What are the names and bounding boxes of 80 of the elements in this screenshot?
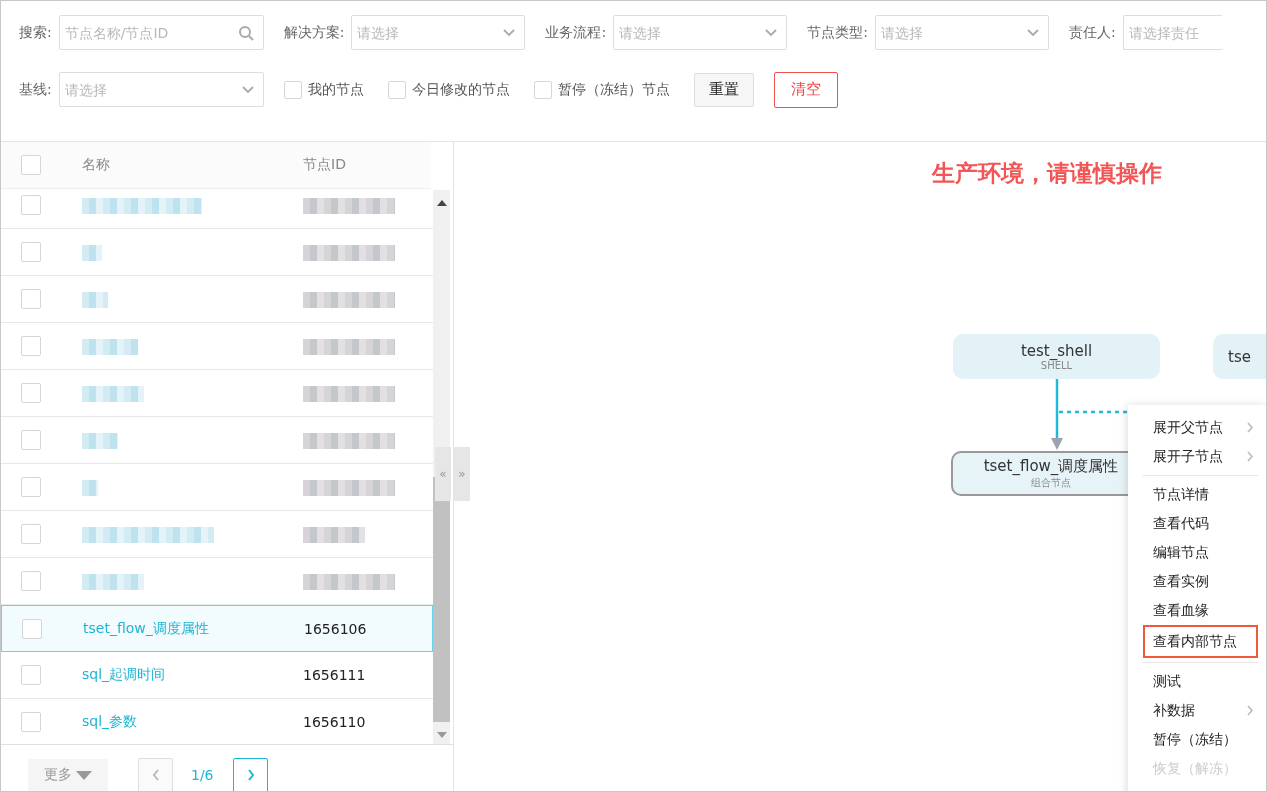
pixelated-block [82, 432, 118, 449]
chevron-down-icon [241, 85, 254, 94]
menu-item[interactable]: 查看血缘 [1128, 596, 1266, 625]
filter-label: 解决方案: [283, 23, 345, 42]
pixelated-block [303, 526, 365, 543]
menu-item[interactable]: 暂停（冻结） [1128, 725, 1266, 754]
pixelated-block [82, 385, 144, 402]
page-indicator: 1/6 [191, 767, 215, 783]
clear-button[interactable]: 清空 [773, 71, 838, 108]
row-checkbox[interactable] [21, 336, 41, 356]
pixelated-block [82, 338, 138, 355]
row-checkbox[interactable] [21, 712, 41, 732]
filter-label: 责任人: [1068, 23, 1116, 42]
filter-label: 业务流程: [545, 23, 607, 42]
next-page-button[interactable] [233, 758, 268, 791]
graph-node[interactable]: test_shell SHELL [953, 334, 1160, 379]
scroll-down-icon[interactable] [436, 732, 447, 738]
row-checkbox[interactable] [21, 383, 41, 403]
row-checkbox[interactable] [21, 571, 41, 591]
chevron-down-icon [1026, 28, 1039, 37]
chevron-down-icon [765, 28, 778, 37]
row-checkbox[interactable] [21, 195, 41, 215]
menu-item[interactable]: 补数据 [1128, 696, 1266, 725]
checkbox[interactable] [387, 80, 406, 99]
row-checkbox[interactable] [21, 430, 41, 450]
selected-row[interactable]: tset_flow_调度属性 1656106 [1, 605, 433, 652]
scroll-up-icon[interactable] [436, 200, 447, 206]
previous-page-button[interactable] [138, 758, 173, 791]
checkbox-label: 我的节点 [307, 80, 364, 99]
chevron-down-icon [503, 28, 516, 37]
chevron-right-icon [246, 769, 255, 781]
filter-label: 基线: [19, 80, 52, 99]
reset-button[interactable]: 重置 [693, 72, 754, 107]
checkbox-label: 今日修改的节点 [411, 80, 510, 99]
pixelated-block [82, 573, 144, 590]
node-id-text: 1656110 [303, 714, 366, 730]
pixelated-block [82, 244, 102, 261]
node-title: test_shell [1020, 342, 1093, 360]
chevron-left-icon [151, 769, 160, 781]
node-type: 组合节点 [1031, 476, 1071, 490]
filter-label: 节点类型: [807, 23, 868, 42]
pixelated-block [82, 479, 98, 496]
table-row[interactable]: sql_起调时间 1656111 [1, 652, 433, 699]
filter-label: 搜索: [19, 23, 52, 42]
warning-text: 生产环境，请谨慎操作 [932, 159, 1162, 188]
checkbox[interactable] [533, 80, 552, 99]
column-header: 节点ID [303, 156, 347, 174]
menu-item[interactable]: 测试 [1128, 667, 1266, 696]
select-field[interactable]: 请选择 [613, 15, 788, 50]
select-field[interactable]: 请选择 [874, 15, 1049, 50]
row-checkbox[interactable] [21, 242, 41, 262]
node-id-text: 1656111 [303, 667, 366, 683]
row-checkbox[interactable] [21, 524, 41, 544]
menu-item[interactable]: 编辑节点 [1128, 538, 1266, 567]
graph-node[interactable]: tse [1213, 334, 1266, 379]
menu-item[interactable]: 查看实例 [1128, 567, 1266, 596]
checkbox-label: 暂停（冻结）节点 [557, 80, 670, 99]
column-header: 名称 [81, 156, 111, 174]
search-field[interactable]: 节点名称/节点ID [58, 15, 264, 50]
row-checkbox[interactable] [21, 665, 41, 685]
menu-item[interactable]: 查看代码 [1128, 509, 1266, 538]
menu-item[interactable]: 查看内部节点 [1143, 625, 1258, 658]
scrollbar-thumb[interactable] [433, 477, 450, 722]
select-all-checkbox[interactable] [21, 155, 41, 175]
select-field[interactable]: 请选择 [58, 72, 264, 107]
row-checkbox[interactable] [21, 289, 41, 309]
menu-item[interactable]: 展开父节点 [1128, 413, 1266, 442]
node-type: SHELL [1040, 360, 1073, 371]
checkbox[interactable] [283, 80, 302, 99]
search-icon [237, 24, 254, 41]
caret-icon [76, 770, 92, 780]
pixelated-block [82, 291, 108, 308]
select-field[interactable]: 请选择 [351, 15, 526, 50]
input-field[interactable]: 请选择责任 [1122, 15, 1223, 50]
node-title: tse [1228, 347, 1251, 366]
scrollbar[interactable] [433, 190, 450, 744]
row-checkbox[interactable] [21, 477, 41, 497]
node-title: tset_flow_调度属性 [983, 457, 1119, 476]
node-id-text: 1656106 [304, 620, 367, 637]
row-checkbox[interactable] [22, 618, 42, 639]
